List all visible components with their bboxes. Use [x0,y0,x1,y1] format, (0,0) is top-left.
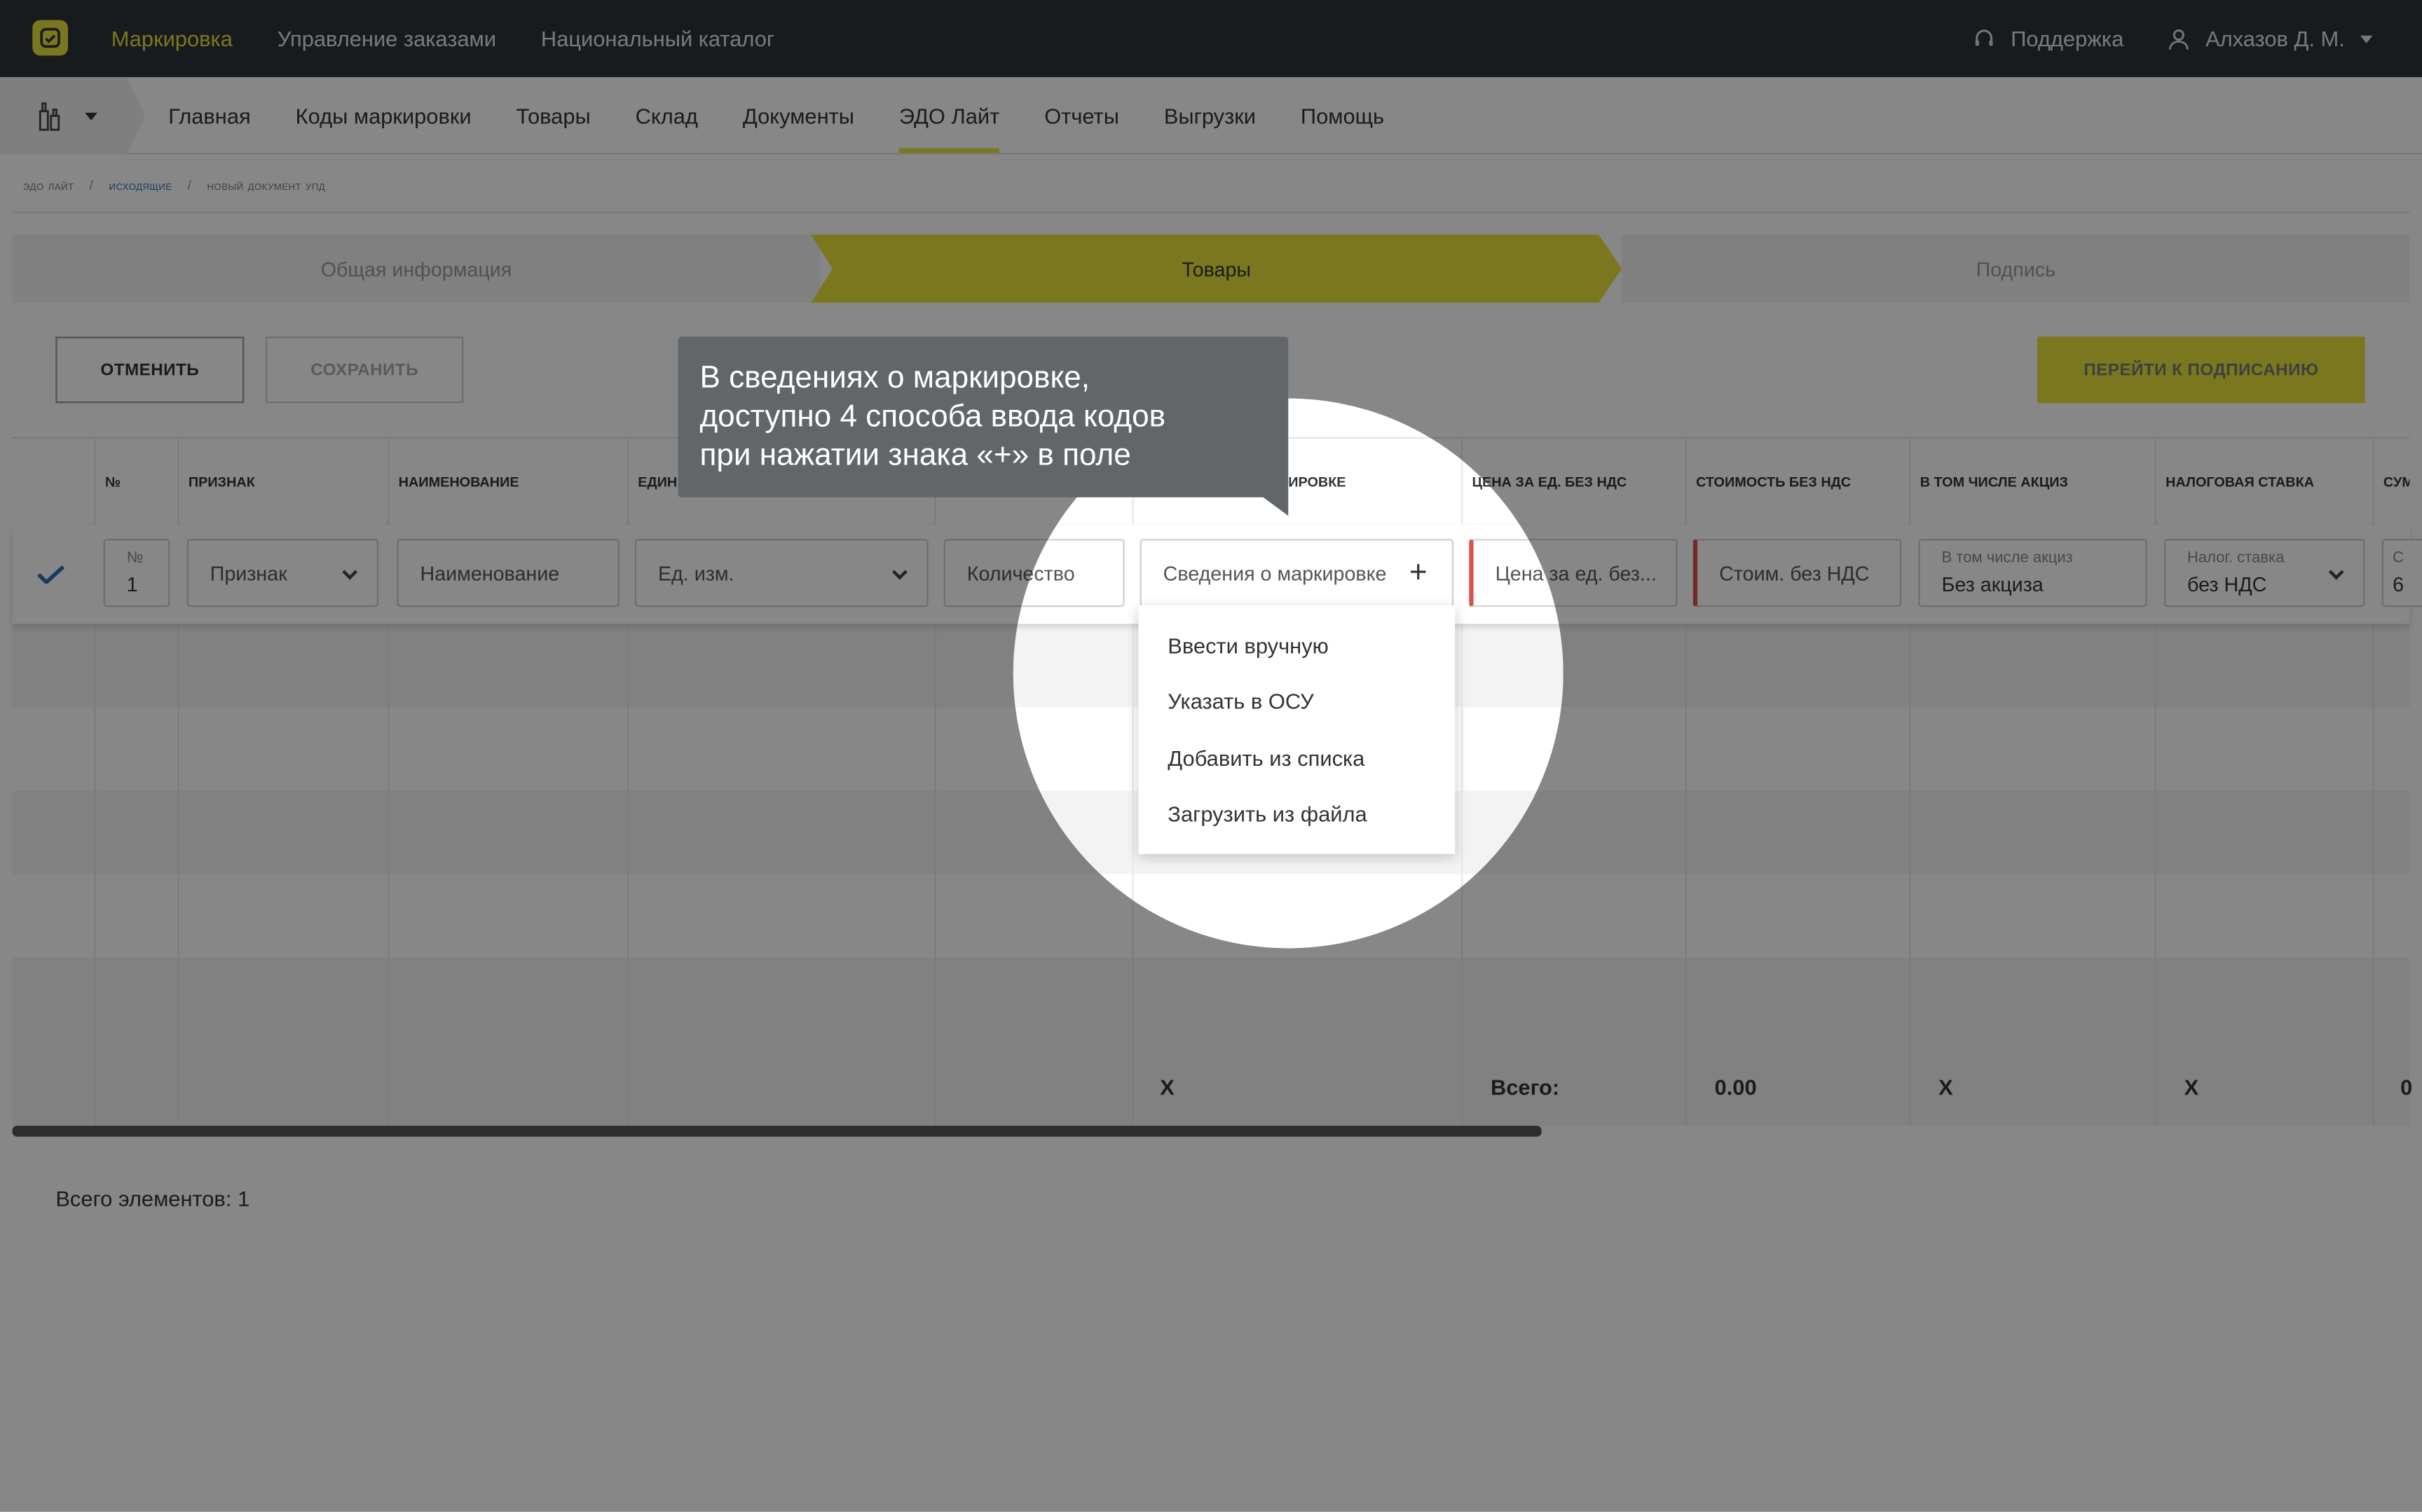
marking-info-placeholder: Сведения о маркировке [1163,561,1387,585]
menu-item-from-list[interactable]: Добавить из списка [1168,746,1364,771]
onboarding-tooltip: В сведениях о маркировке, доступно 4 спо… [678,336,1289,497]
marking-info-field[interactable]: Сведения о маркировке + [1140,539,1454,607]
quantity-input-placeholder: Количество [1013,561,1075,585]
th-price[interactable]: ЦЕНА ЗА ЕД. БЕЗ НДС [1463,439,1564,525]
marking-input-menu: Ввести вручную Указать в ОСУ Добавить из… [1138,605,1456,854]
menu-item-manual[interactable]: Ввести вручную [1168,633,1329,658]
tooltip-line: доступно 4 способа ввода кодов [699,399,1166,434]
plus-icon[interactable]: + [1409,556,1428,591]
price-input[interactable]: Цена за ед. без... [1469,539,1564,607]
quantity-input[interactable]: Количество [1013,539,1125,607]
tooltip-line: при нажатии знака «+» в поле [699,438,1131,473]
tooltip-line: В сведениях о маркировке, [699,361,1090,396]
tooltip-pointer [1259,494,1289,516]
menu-item-from-file[interactable]: Загрузить из файла [1168,802,1367,826]
menu-item-osu[interactable]: Указать в ОСУ [1168,689,1313,713]
price-input-placeholder: Цена за ед. без... [1495,561,1564,585]
app-root: Маркировка Управление заказами Националь… [0,0,2422,1512]
